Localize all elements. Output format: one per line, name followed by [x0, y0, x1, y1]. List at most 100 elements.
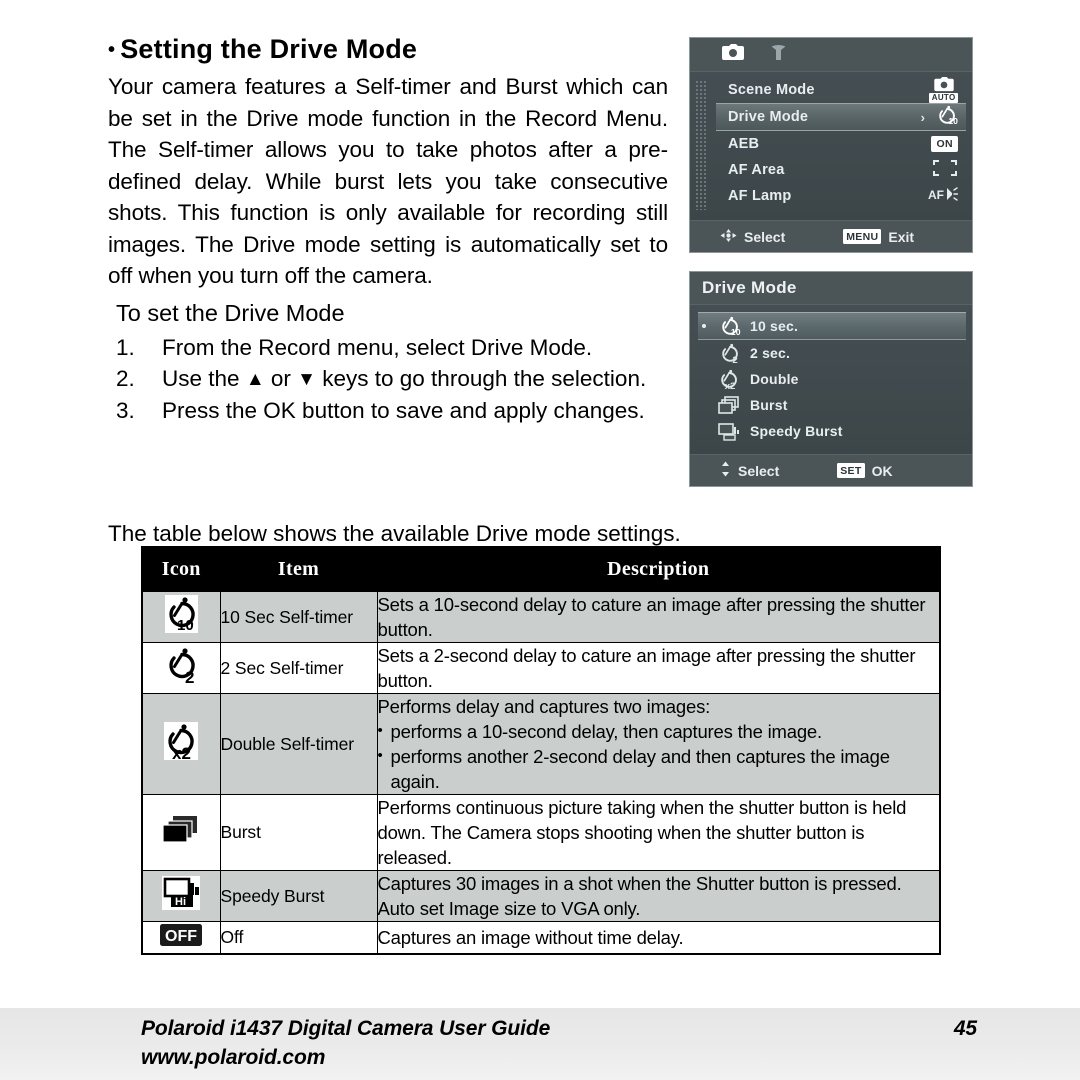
menu-item-label: Drive Mode	[728, 109, 809, 125]
table-header-row: Icon Item Description	[141, 546, 941, 592]
hint-exit-label: Exit	[888, 228, 915, 245]
subheading-to-set-drive-mode: To set the Drive Mode	[116, 299, 345, 326]
drive-mode-settings-table: Icon Item Description 10 10 Sec Self-tim…	[141, 546, 941, 955]
svg-text:x2: x2	[725, 381, 736, 390]
table-row: x2 Double Self-timer Performs delay and …	[141, 693, 941, 795]
hint-ok: SET OK	[837, 463, 893, 479]
step-text-part2: keys to go through the selection.	[322, 365, 647, 391]
desc-bullet: performs a 10-second delay, then capture…	[378, 718, 940, 744]
option-label: Speedy Burst	[750, 423, 843, 439]
table-row: 2 2 Sec Self-timer Sets a 2-second delay…	[141, 642, 941, 694]
self-timer-10s-icon: 10	[161, 594, 201, 636]
af-frame-icon	[932, 159, 958, 181]
svg-text:10: 10	[177, 617, 194, 634]
page-title: • Setting the Drive Mode	[108, 34, 668, 65]
column-header-description: Description	[376, 546, 941, 592]
menu-item-value: AUTO	[929, 77, 958, 103]
selected-dot-icon	[702, 324, 706, 328]
menu-item-drive-mode[interactable]: Drive Mode › 10	[716, 103, 966, 131]
desc-intro: Performs delay and captures two images:	[377, 696, 711, 717]
column-header-icon: Icon	[141, 546, 221, 592]
desc-continuation: again.	[390, 771, 440, 792]
list-item: 1. From the Record menu, select Drive Mo…	[116, 332, 668, 363]
page-number: 45	[953, 1017, 977, 1040]
desc-bullet: performs another 2-second delay and then…	[378, 743, 940, 769]
option-2-sec[interactable]: 2 2 sec.	[698, 340, 966, 366]
steps-list: 1. From the Record menu, select Drive Mo…	[108, 332, 668, 426]
speedy-burst-icon: Hi	[159, 874, 203, 914]
hint-select-label: Select	[738, 462, 780, 479]
row-item-label: Off	[219, 921, 378, 955]
set-key-badge-icon: SET	[837, 463, 865, 478]
auto-label: AUTO	[929, 93, 958, 103]
svg-text:2: 2	[732, 355, 737, 364]
list-item: 3. Press the OK button to save and apply…	[116, 395, 668, 426]
intro-paragraph: Your camera features a Self-timer and Bu…	[108, 74, 668, 288]
submenu-body: 10 10 sec. 2 2 sec. x2 Double Burst Spee…	[690, 305, 972, 457]
svg-text:x2: x2	[172, 744, 191, 763]
menu-item-value: ON	[931, 131, 958, 157]
speedy-burst-icon	[714, 422, 744, 441]
lcd-hint-bar: Select MENU Exit	[690, 220, 972, 252]
camera-lcd-drive-mode-submenu: Drive Mode 10 10 sec. 2 2 sec. x2 Double…	[689, 271, 973, 487]
row-item-label: Double Self-timer	[219, 693, 378, 795]
option-burst[interactable]: Burst	[698, 392, 966, 418]
row-description: Performs delay and captures two images: …	[376, 693, 941, 795]
menu-item-value: AF	[928, 183, 959, 209]
chevron-right-icon: ›	[920, 109, 925, 125]
svg-text:2: 2	[185, 668, 194, 687]
hint-select: Select	[720, 461, 779, 480]
row-description: Sets a 2-second delay to cature an image…	[376, 642, 941, 694]
menu-item-scene-mode[interactable]: Scene Mode AUTO	[716, 77, 966, 103]
row-icon-cell: 10	[141, 591, 221, 643]
self-timer-2s-icon: 2	[714, 343, 744, 364]
drive-mode-option-list: 10 10 sec. 2 2 sec. x2 Double Burst Spee…	[698, 312, 966, 444]
svg-text:OFF: OFF	[165, 928, 197, 945]
step-number: 1.	[116, 334, 135, 360]
menu-item-af-lamp[interactable]: AF Lamp AF	[716, 183, 966, 209]
burst-icon	[714, 395, 744, 415]
self-timer-2s-icon: 2	[161, 645, 201, 687]
lcd-tab-bar	[690, 38, 972, 72]
menu-item-label: Scene Mode	[728, 82, 815, 98]
option-label: 10 sec.	[750, 318, 799, 334]
four-way-arrow-icon	[720, 228, 737, 246]
row-item-label: Speedy Burst	[219, 870, 378, 922]
svg-text:AF: AF	[928, 188, 944, 202]
svg-text:Hi: Hi	[175, 896, 186, 908]
submenu-title: Drive Mode	[690, 272, 972, 305]
table-intro-text: The table below shows the available Driv…	[108, 521, 681, 546]
lcd-hint-bar: Select SET OK	[690, 454, 972, 486]
option-speedy-burst[interactable]: Speedy Burst	[698, 418, 966, 444]
row-item-label: 10 Sec Self-timer	[219, 591, 378, 643]
self-timer-double-icon: x2	[714, 369, 744, 390]
camera-icon	[722, 44, 744, 65]
menu-item-aeb[interactable]: AEB ON	[716, 131, 966, 157]
row-icon-cell: OFF	[141, 921, 221, 955]
hint-select: Select	[720, 228, 785, 246]
step-text: Press the OK button to save and apply ch…	[162, 397, 645, 423]
on-badge-icon: ON	[931, 136, 958, 152]
step-text-part1: Use the	[162, 365, 240, 391]
table-row: 10 10 Sec Self-timer Sets a 10-second de…	[141, 591, 941, 643]
self-timer-10s-icon: 10	[935, 105, 958, 130]
row-icon-cell: x2	[141, 693, 221, 795]
page-footer: Polaroid i1437 Digital Camera User Guide…	[0, 1008, 1080, 1080]
menu-item-label: AF Lamp	[728, 188, 792, 204]
footer-top-line: Polaroid i1437 Digital Camera User Guide…	[141, 1017, 977, 1041]
svg-text:10: 10	[948, 116, 958, 126]
self-timer-double-icon: x2	[160, 721, 202, 763]
record-menu-list: Scene Mode AUTO Drive Mode › 10 AEB ON A…	[716, 77, 966, 209]
menu-item-af-area[interactable]: AF Area	[716, 157, 966, 183]
self-timer-10s-icon: 10	[714, 316, 744, 337]
svg-text:10: 10	[730, 327, 740, 337]
row-description: Captures 30 images in a shot when the Sh…	[376, 870, 941, 922]
option-label: 2 sec.	[750, 345, 791, 361]
option-double[interactable]: x2 Double	[698, 366, 966, 392]
row-description: Performs continuous picture taking when …	[376, 794, 941, 871]
arrow-up-icon: ▲	[245, 368, 265, 390]
option-10-sec[interactable]: 10 10 sec.	[698, 312, 966, 340]
camera-auto-icon: AUTO	[929, 77, 958, 103]
footer-website: www.polaroid.com	[141, 1046, 326, 1069]
burst-icon	[160, 813, 202, 847]
